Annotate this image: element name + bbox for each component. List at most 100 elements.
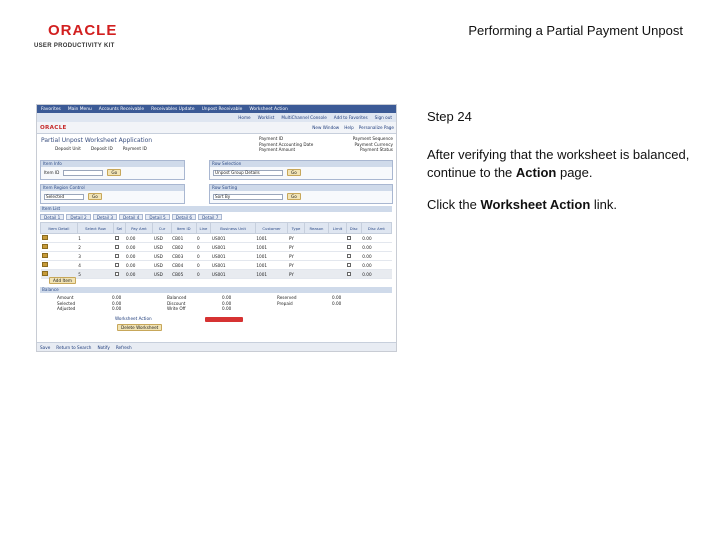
select-checkbox[interactable] [114,262,119,267]
grid-cell: USD [152,233,172,243]
grid-cell: 0.00 [361,269,392,279]
header-link[interactable]: Add to Favorites [334,115,368,120]
toplink[interactable]: Help [344,125,354,130]
detail-tab[interactable]: Detail 2 [66,214,91,220]
worksheet-action-link-highlight[interactable] [205,317,243,322]
oracle-upk-logo: ORACLE USER PRODUCTIVITY KIT [34,23,126,50]
select-checkbox[interactable] [114,244,119,249]
col-header: Line [195,222,212,234]
toplink[interactable]: Personalize Page [359,125,394,130]
grid-cell: PY [287,233,305,243]
grid-cell: 1001 [255,260,288,270]
grid-cell: US001 [210,251,256,261]
item-detail-icon[interactable] [41,244,48,249]
add-item-button[interactable]: Add Item [49,277,76,284]
grid-cell: 0.00 [361,260,392,270]
item-detail-icon[interactable] [41,262,48,267]
instruction-emphasis: Action [515,165,557,180]
grid-cell [346,260,362,270]
grid-cell: 1001 [255,242,288,252]
grid-cell [113,269,126,279]
item-detail-icon[interactable] [41,253,48,258]
instruction-panel: Step 24 After verifying that the workshe… [427,108,697,228]
sort-by-select[interactable]: Sort By [213,193,283,200]
grid-cell [328,269,347,279]
grid-cell [346,251,362,261]
app-brand-bar: ORACLE New Window Help Personalize Page [37,122,396,134]
balance-header: Balance [40,287,392,293]
header-link[interactable]: Sign out [375,115,392,120]
detail-tab[interactable]: Detail 3 [92,214,118,220]
grid-cell: 0.00 [125,233,153,243]
menu-item[interactable]: Unpost Receivable [202,107,243,112]
app-menu-bar: Favorites Main Menu Accounts Receivable … [37,105,396,113]
instruction-paragraph: Click the Worksheet Action link. [427,196,697,214]
item-grid: Item Detail Select Row Sel Pay Amt Cur I… [40,222,393,279]
go-button[interactable]: Go [107,169,122,176]
logo-subtitle: USER PRODUCTIVITY KIT [34,43,115,49]
disc-checkbox[interactable] [347,244,352,249]
grid-cell: PY [287,260,305,270]
footer-link[interactable]: Return to Search [56,345,91,350]
grid-cell [113,260,126,270]
menu-item[interactable]: Favorites [41,107,61,112]
disc-checkbox[interactable] [347,235,352,240]
grid-cell: 0 [196,242,211,252]
table-row[interactable]: 2 0.00 USD CB02 0 US001 1001 PY 0.00 [40,242,392,252]
select-checkbox[interactable] [114,253,119,258]
region-select[interactable]: Selected [44,193,84,200]
grid-cell: CB02 [171,242,196,252]
item-id-input[interactable] [63,169,104,176]
item-region-box: Item Region Control Selected Go [40,184,185,204]
menu-item[interactable]: Receivables Update [151,107,194,112]
balance-table: Amount 0.00 Balanced 0.00 Reserved 0.00 … [57,295,387,312]
unpost-group-select[interactable]: Unpost Group Details [213,169,283,176]
col-header: Sel [113,222,126,234]
delete-worksheet-button[interactable]: Delete Worksheet [117,324,163,331]
go-button[interactable]: Go [88,193,102,200]
grid-cell: 0 [196,269,211,279]
menu-item[interactable]: Accounts Receivable [99,107,144,112]
detail-tab[interactable]: Detail 7 [198,214,223,220]
menu-item[interactable]: Main Menu [68,107,92,112]
app-screenshot: Favorites Main Menu Accounts Receivable … [36,104,397,352]
grid-cell: 3 [77,251,114,261]
toplink[interactable]: New Window [312,125,339,130]
detail-tab[interactable]: Detail 6 [171,214,197,220]
footer-link[interactable]: Notify [97,345,109,350]
header-link[interactable]: MultiChannel Console [281,115,326,120]
header-link[interactable]: Worklist [258,115,275,120]
detail-tab[interactable]: Detail 5 [145,214,170,220]
grid-cell: US001 [210,233,256,243]
table-row[interactable]: 5 0.00 USD CB05 0 US001 1001 PY 0.00 [40,269,392,279]
page-heading: Partial Unpost Worksheet Application [41,137,153,144]
grid-cell: 5 [77,269,114,279]
table-row[interactable]: 1 0.00 USD CB01 0 US001 1001 PY 0.00 [40,233,392,243]
select-checkbox[interactable] [114,271,119,276]
detail-tab[interactable]: Detail 1 [40,214,65,220]
menu-item[interactable]: Worksheet Action [249,107,287,112]
table-row[interactable]: 3 0.00 USD CB03 0 US001 1001 PY 0.00 [40,251,392,261]
grid-cell: 0 [196,233,211,243]
item-detail-icon[interactable] [41,235,48,240]
select-checkbox[interactable] [114,235,119,240]
go-button[interactable]: Go [287,169,301,176]
col-header: Business Unit [210,222,256,234]
go-button[interactable]: Go [287,193,301,200]
info-label: Payment Amount [259,147,296,153]
grid-cell: 0.00 [125,251,153,261]
grid-cell [40,233,78,243]
header-link[interactable]: Home [238,115,250,120]
grid-cell: 4 [77,260,114,270]
grid-cell: PY [287,251,305,261]
item-detail-icon[interactable] [41,271,48,276]
footer-link[interactable]: Save [40,345,50,350]
grid-cell: US001 [210,269,256,279]
detail-tab[interactable]: Detail 4 [119,214,144,220]
footer-link[interactable]: Refresh [116,345,132,350]
table-row[interactable]: 4 0.00 USD CB04 0 US001 1001 PY 0.00 [40,260,392,270]
grid-cell: USD [152,269,172,279]
disc-checkbox[interactable] [347,262,352,267]
disc-checkbox[interactable] [347,271,352,276]
disc-checkbox[interactable] [347,253,352,258]
